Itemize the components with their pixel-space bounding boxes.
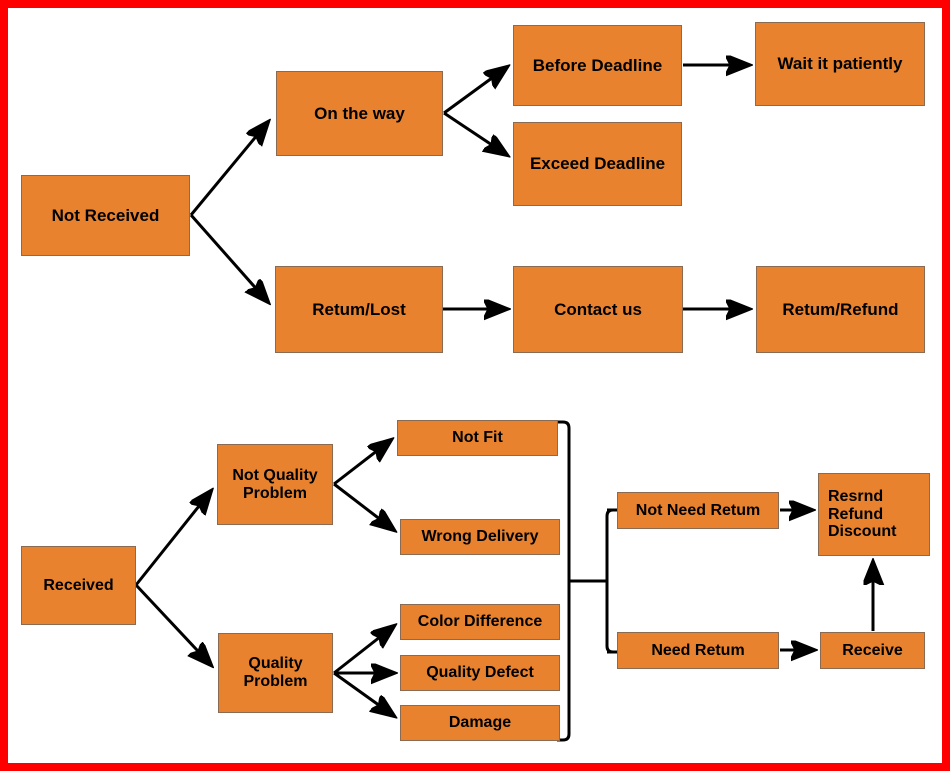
edge-not-received-to-return-lost bbox=[189, 214, 268, 302]
node-quality-problem[interactable]: Quality Problem bbox=[218, 633, 333, 713]
node-on-the-way[interactable]: On the way bbox=[276, 71, 443, 156]
edge-quality-to-damage bbox=[333, 671, 394, 716]
edge-received-to-not-quality-problem bbox=[134, 491, 211, 586]
node-return-lost[interactable]: Retum/Lost bbox=[275, 266, 443, 353]
node-not-quality-problem[interactable]: Not Quality Problem bbox=[217, 444, 333, 525]
bracket-return-decision bbox=[605, 508, 617, 654]
node-before-deadline[interactable]: Before Deadline bbox=[513, 25, 682, 106]
edge-not-received-to-on-the-way bbox=[189, 122, 268, 216]
node-not-received[interactable]: Not Received bbox=[21, 175, 190, 256]
node-resend-refund-discount[interactable]: Resrnd Refund Discount bbox=[818, 473, 930, 556]
edge-not-quality-to-not-fit bbox=[333, 440, 391, 486]
edge-received-to-quality-problem bbox=[134, 583, 211, 665]
edge-quality-to-color-difference bbox=[333, 626, 394, 675]
node-color-difference[interactable]: Color Difference bbox=[400, 604, 560, 640]
node-damage[interactable]: Damage bbox=[400, 705, 560, 741]
node-return-refund[interactable]: Retum/Refund bbox=[756, 266, 925, 353]
node-wait-it-patiently[interactable]: Wait it patiently bbox=[755, 22, 925, 106]
node-exceed-deadline[interactable]: Exceed Deadline bbox=[513, 122, 682, 206]
node-wrong-delivery[interactable]: Wrong Delivery bbox=[400, 519, 560, 555]
node-not-fit[interactable]: Not Fit bbox=[397, 420, 558, 456]
edge-on-the-way-to-before-deadline bbox=[443, 67, 507, 115]
flowchart-page: Not Received On the way Before Deadline … bbox=[0, 0, 950, 771]
node-contact-us[interactable]: Contact us bbox=[513, 266, 683, 353]
node-receive[interactable]: Receive bbox=[820, 632, 925, 669]
node-not-need-return[interactable]: Not Need Retum bbox=[617, 492, 779, 529]
node-need-return[interactable]: Need Retum bbox=[617, 632, 779, 669]
node-received[interactable]: Received bbox=[21, 546, 136, 625]
bracket-outcomes-collector bbox=[557, 420, 607, 742]
node-quality-defect[interactable]: Quality Defect bbox=[400, 655, 560, 691]
edge-on-the-way-to-exceed-deadline bbox=[443, 111, 507, 155]
edge-not-quality-to-wrong-delivery bbox=[333, 482, 394, 530]
